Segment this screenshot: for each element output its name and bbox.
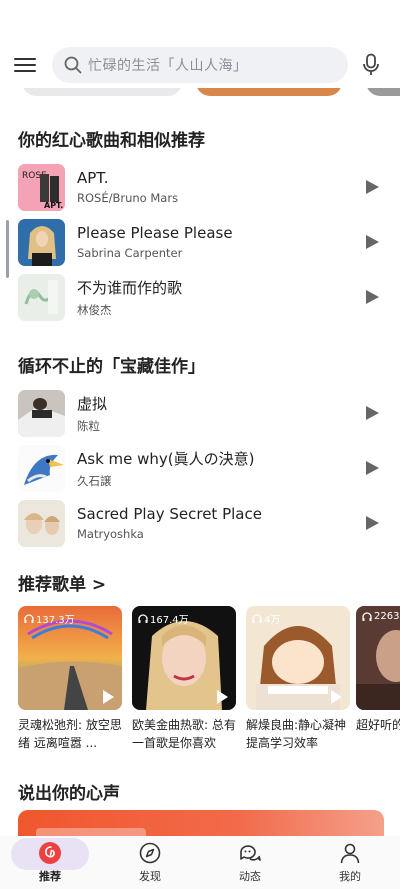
play-icon[interactable] — [331, 690, 342, 704]
play-icon[interactable] — [362, 232, 382, 252]
search-bar[interactable]: 忙碌的生活「人山人海」 — [52, 47, 348, 83]
playlist-name: 欧美金曲热歌: 总有一首歌是你喜欢 — [132, 718, 236, 750]
headphones-icon — [252, 613, 262, 623]
song-row[interactable]: 虚拟 陈粒 — [18, 388, 388, 438]
top-bar: 忙碌的生活「人山人海」 — [0, 40, 400, 90]
play-icon[interactable] — [362, 177, 382, 197]
song-artist: Sabrina Carpenter — [77, 246, 183, 260]
playlist-carousel[interactable]: 137.3万 灵魂松弛剂: 放空思绪 远离喧嚣 ... 167.4万 欧美金曲热… — [18, 606, 400, 756]
song-row[interactable]: Please Please Please Sabrina Carpenter — [18, 217, 388, 267]
song-row[interactable]: 不为谁而作的歌 林俊杰 — [18, 272, 388, 322]
album-cover — [18, 389, 65, 437]
scroll-indicator — [6, 220, 9, 278]
song-title: Please Please Please — [77, 224, 233, 242]
song-artist: 陈粒 — [77, 418, 100, 433]
netease-music-icon — [38, 841, 62, 865]
microphone-icon[interactable] — [356, 50, 386, 80]
play-icon[interactable] — [362, 287, 382, 307]
section-title-classics: 循环不止的「宝藏佳作」 — [18, 357, 205, 377]
album-cover: ROSE APT. — [18, 163, 65, 211]
play-icon[interactable] — [103, 690, 114, 704]
album-cover — [18, 218, 65, 266]
song-row[interactable]: ROSE APT. APT. ROSÉ/Bruno Mars — [18, 162, 388, 212]
album-cover — [18, 444, 65, 492]
album-cover — [18, 273, 65, 321]
song-artist: Matryoshka — [77, 527, 144, 541]
compass-icon — [139, 841, 161, 865]
nav-mine[interactable]: 我的 — [300, 836, 400, 889]
nav-recommend[interactable]: 推荐 — [0, 836, 100, 889]
person-icon — [339, 841, 361, 865]
section-title-liked: 你的红心歌曲和相似推荐 — [18, 131, 205, 151]
menu-icon[interactable] — [14, 56, 38, 74]
album-cover — [18, 499, 65, 547]
play-count: 4万 — [252, 611, 280, 626]
song-artist: 林俊杰 — [77, 302, 112, 317]
play-icon[interactable] — [362, 513, 382, 533]
headphones-icon — [24, 613, 34, 623]
headphones-icon — [362, 611, 372, 621]
play-icon[interactable] — [362, 403, 382, 423]
search-placeholder: 忙碌的生活「人山人海」 — [88, 58, 248, 74]
playlist-name: 解燥良曲:静心凝神提高学习效率 — [246, 718, 347, 750]
play-count: 167.4万 — [138, 611, 189, 626]
banner-carousel[interactable] — [0, 88, 400, 98]
playlist-card[interactable]: 137.3万 灵魂松弛剂: 放空思绪 远离喧嚣 ... — [18, 606, 122, 752]
nav-discover[interactable]: 发现 — [100, 836, 200, 889]
play-icon[interactable] — [362, 458, 382, 478]
playlist-card[interactable]: 2263 超好听的(节奏控 — [356, 606, 400, 752]
nav-label: 动态 — [239, 870, 261, 883]
playlist-name: 灵魂松弛剂: 放空思绪 远离喧嚣 ... — [18, 718, 122, 750]
playlist-name: 超好听的(节奏控 — [356, 718, 400, 732]
song-row[interactable]: Sacred Play Secret Place Matryoshka — [18, 498, 388, 548]
playlist-cover: 137.3万 — [18, 606, 122, 710]
nav-feed[interactable]: 动态 — [200, 836, 300, 889]
search-icon — [64, 56, 82, 74]
section-title-playlists[interactable]: 推荐歌单 > — [18, 570, 106, 595]
svg-text:APT.: APT. — [44, 201, 63, 210]
play-count: 137.3万 — [24, 611, 75, 626]
nav-label: 我的 — [339, 870, 361, 883]
song-title: 不为谁而作的歌 — [77, 278, 183, 297]
playlist-cover: 2263 — [356, 606, 400, 710]
play-icon[interactable] — [217, 690, 228, 704]
nav-label: 发现 — [139, 870, 161, 883]
song-title: Sacred Play Secret Place — [77, 505, 262, 523]
playlist-card[interactable]: 167.4万 欧美金曲热歌: 总有一首歌是你喜欢 — [132, 606, 236, 752]
song-title: Ask me why(眞人の決意) — [77, 449, 255, 468]
song-row[interactable]: Ask me why(眞人の決意) 久石譲 — [18, 443, 388, 493]
bottom-nav: 推荐 发现 动态 我的 — [0, 836, 400, 889]
song-title: 虚拟 — [77, 394, 108, 413]
playlist-cover: 167.4万 — [132, 606, 236, 710]
song-artist: ROSÉ/Bruno Mars — [77, 191, 179, 205]
play-count: 2263 — [362, 611, 399, 622]
nav-label: 推荐 — [39, 870, 61, 883]
playlist-card[interactable]: 4万 解燥良曲:静心凝神提高学习效率 — [246, 606, 350, 752]
playlist-cover: 4万 — [246, 606, 350, 710]
song-title: APT. — [77, 169, 109, 187]
section-title-voice: 说出你的心声 — [18, 784, 120, 804]
song-artist: 久石譲 — [77, 473, 112, 488]
headphones-icon — [138, 613, 148, 623]
chat-bubbles-icon — [238, 841, 262, 865]
